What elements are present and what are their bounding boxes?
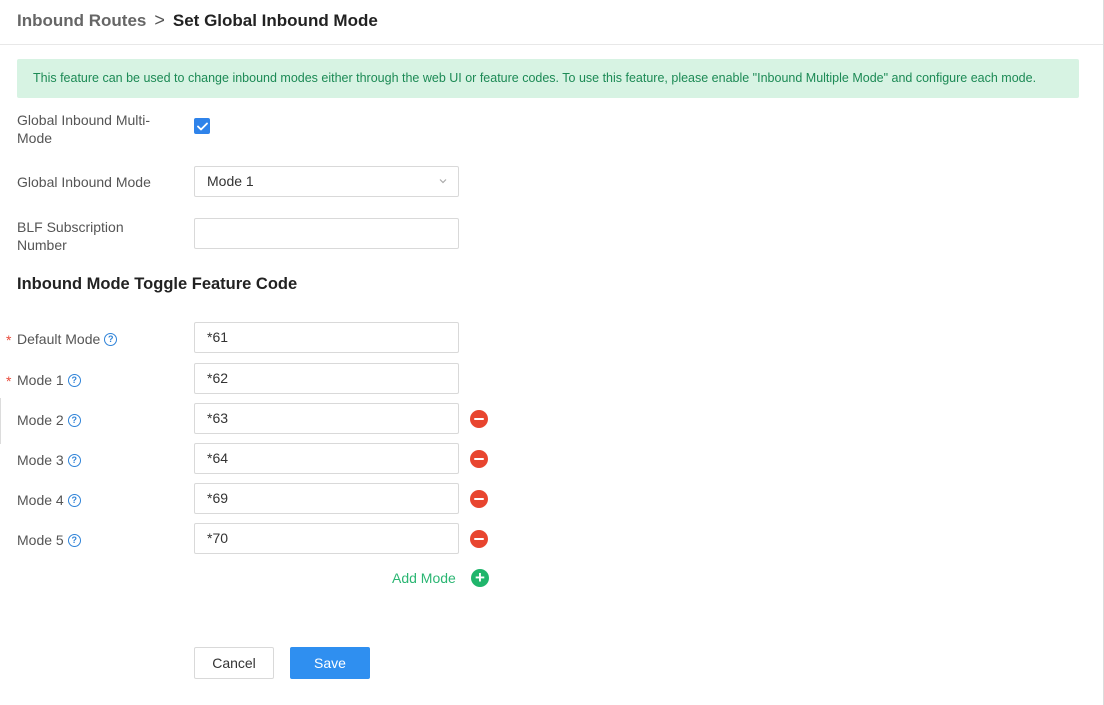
- page-header: Inbound Routes > Set Global Inbound Mode: [0, 0, 1103, 45]
- blf-label-line1: BLF Subscription: [17, 219, 124, 235]
- mode-feature-code-input[interactable]: *63: [194, 403, 459, 434]
- info-circle-icon[interactable]: ?: [67, 453, 81, 467]
- blf-label-line2: Number: [17, 237, 67, 253]
- minus-circle-icon[interactable]: [470, 490, 488, 508]
- minus-circle-icon[interactable]: [470, 530, 488, 548]
- multi-mode-label-line2: Mode: [17, 130, 53, 146]
- multi-mode-checkbox[interactable]: [194, 118, 210, 134]
- required-marker: *: [6, 373, 12, 389]
- mode-label: * Mode 1?: [6, 371, 81, 389]
- minus-circle-icon[interactable]: [470, 410, 488, 428]
- required-marker: *: [6, 332, 12, 348]
- chevron-down-icon: [439, 179, 447, 184]
- mode-label: Mode 2?: [17, 411, 81, 429]
- mode-label-text: Mode 3: [17, 452, 64, 468]
- info-notice: This feature can be used to change inbou…: [17, 59, 1079, 98]
- mode-feature-code-input[interactable]: *70: [194, 523, 459, 554]
- cancel-button[interactable]: Cancel: [194, 647, 274, 679]
- blf-input[interactable]: [194, 218, 459, 249]
- add-mode-link[interactable]: Add Mode: [392, 570, 456, 586]
- info-circle-icon[interactable]: ?: [67, 493, 81, 507]
- check-icon: [196, 122, 208, 130]
- mode-label: Mode 5?: [17, 531, 81, 549]
- breadcrumb-parent[interactable]: Inbound Routes: [17, 11, 146, 31]
- page-title: Set Global Inbound Mode: [172, 10, 378, 30]
- mode-label: * Default Mode?: [6, 330, 118, 348]
- mode-label-text: Mode 2: [17, 412, 64, 428]
- mode-feature-code-input[interactable]: *69: [194, 483, 459, 514]
- mode-label: Mode 4?: [17, 491, 81, 509]
- breadcrumb: Inbound Routes > Set Global Inbound Mode: [17, 10, 378, 31]
- inbound-mode-select[interactable]: Mode 1: [194, 166, 459, 197]
- mode-feature-code-input[interactable]: *64: [194, 443, 459, 474]
- breadcrumb-separator-icon: >: [154, 10, 165, 30]
- mode-feature-code-input[interactable]: *61: [194, 322, 459, 353]
- inbound-mode-label: Global Inbound Mode: [17, 174, 151, 190]
- mode-label: Mode 3?: [17, 451, 81, 469]
- info-circle-icon[interactable]: ?: [104, 332, 118, 346]
- info-circle-icon[interactable]: ?: [67, 533, 81, 547]
- mode-feature-code-input[interactable]: *62: [194, 363, 459, 394]
- blf-label: BLF Subscription Number: [17, 218, 124, 254]
- info-circle-icon[interactable]: ?: [67, 373, 81, 387]
- section-title: Inbound Mode Toggle Feature Code: [17, 275, 298, 293]
- mode-label-text: Mode 5: [17, 532, 64, 548]
- plus-circle-icon[interactable]: +: [471, 569, 489, 587]
- multi-mode-label-line1: Global Inbound Multi-: [17, 112, 151, 128]
- info-circle-icon[interactable]: ?: [67, 413, 81, 427]
- multi-mode-label: Global Inbound Multi- Mode: [17, 111, 150, 147]
- minus-circle-icon[interactable]: [470, 450, 488, 468]
- save-button[interactable]: Save: [290, 647, 370, 679]
- left-marker: [0, 398, 1, 444]
- mode-label-text: Mode 1: [17, 372, 64, 388]
- mode-label-text: Mode 4: [17, 492, 64, 508]
- mode-label-text: Default Mode: [17, 331, 101, 347]
- inbound-mode-value: Mode 1: [207, 173, 254, 189]
